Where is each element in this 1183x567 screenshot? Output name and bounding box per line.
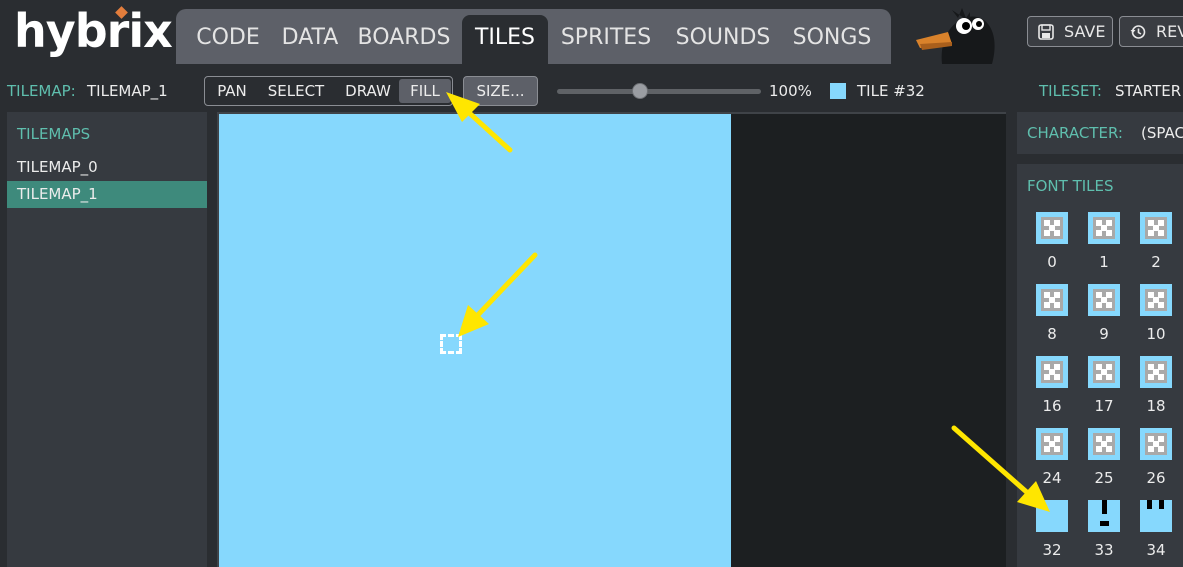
top-bar: hybrix CODE DATA BOARDS TILES SPRITES SO… xyxy=(0,0,1183,66)
revert-button[interactable]: REV xyxy=(1119,16,1183,47)
font-tile-9[interactable] xyxy=(1088,284,1120,316)
font-tiles-title: FONT TILES xyxy=(1027,177,1114,195)
font-tile-24-label: 24 xyxy=(1042,469,1062,487)
font-tile-1[interactable] xyxy=(1088,212,1120,244)
font-tile-32[interactable] xyxy=(1036,500,1068,532)
font-tile-25-label: 25 xyxy=(1094,469,1114,487)
font-tile-0-label: 0 xyxy=(1047,253,1057,271)
mode-draw-button[interactable]: DRAW xyxy=(339,79,397,103)
font-tile-18[interactable] xyxy=(1140,356,1172,388)
app-logo: hybrix xyxy=(14,4,173,58)
zoom-level: 100% xyxy=(769,82,812,100)
font-tile-0[interactable] xyxy=(1036,212,1068,244)
tilemap-filled-area[interactable] xyxy=(219,114,731,567)
mode-fill-button[interactable]: FILL xyxy=(399,79,451,103)
mode-pan-button[interactable]: PAN xyxy=(211,79,253,103)
current-tile-swatch xyxy=(830,83,846,99)
tab-code[interactable]: CODE xyxy=(188,15,268,64)
tab-tiles[interactable]: TILES xyxy=(462,15,548,64)
main-tabs: CODE DATA BOARDS TILES SPRITES SOUNDS SO… xyxy=(176,9,891,64)
save-button-label: SAVE xyxy=(1064,22,1106,41)
tileset-label: TILESET: xyxy=(1039,82,1102,100)
font-tile-8-label: 8 xyxy=(1047,325,1057,343)
font-tile-34[interactable] xyxy=(1140,500,1172,532)
floppy-disk-icon xyxy=(1038,24,1054,40)
size-button[interactable]: SIZE... xyxy=(463,76,538,106)
font-tile-10-label: 10 xyxy=(1146,325,1166,343)
tile-cursor xyxy=(440,334,462,354)
font-tile-17-label: 17 xyxy=(1094,397,1114,415)
font-tile-26[interactable] xyxy=(1140,428,1172,460)
font-tile-34-label: 34 xyxy=(1146,541,1166,559)
history-icon xyxy=(1130,25,1146,39)
tileset-name: STARTER xyxy=(1115,82,1182,100)
font-tile-17[interactable] xyxy=(1088,356,1120,388)
mode-select-button[interactable]: SELECT xyxy=(261,79,331,103)
tool-mode-group: PAN SELECT DRAW FILL xyxy=(204,76,453,106)
tilemaps-panel: TILEMAPS TILEMAP_0 TILEMAP_1 xyxy=(7,112,207,567)
character-value: (SPAC xyxy=(1141,124,1183,142)
tilemap-name: TILEMAP_1 xyxy=(87,82,168,100)
font-tile-16-label: 16 xyxy=(1042,397,1062,415)
tab-data[interactable]: DATA xyxy=(274,15,346,64)
font-tile-1-label: 1 xyxy=(1099,253,1109,271)
tilemap-item-1[interactable]: TILEMAP_1 xyxy=(7,181,207,208)
character-panel: CHARACTER: (SPAC xyxy=(1017,112,1183,154)
font-tile-2-label: 2 xyxy=(1151,253,1161,271)
font-tile-2[interactable] xyxy=(1140,212,1172,244)
font-tile-26-label: 26 xyxy=(1146,469,1166,487)
crow-mascot-icon xyxy=(916,8,995,64)
font-tile-9-label: 9 xyxy=(1099,325,1109,343)
save-button[interactable]: SAVE xyxy=(1027,16,1113,47)
zoom-slider-handle[interactable] xyxy=(632,83,648,99)
font-tile-33-label: 33 xyxy=(1094,541,1114,559)
font-tile-18-label: 18 xyxy=(1146,397,1166,415)
tilemap-item-0[interactable]: TILEMAP_0 xyxy=(7,154,207,181)
font-tile-16[interactable] xyxy=(1036,356,1068,388)
font-tile-25[interactable] xyxy=(1088,428,1120,460)
tab-boards[interactable]: BOARDS xyxy=(354,15,454,64)
tilemaps-title: TILEMAPS xyxy=(17,125,91,143)
tab-songs[interactable]: SONGS xyxy=(788,15,876,64)
tilemap-label: TILEMAP: xyxy=(7,82,76,100)
character-label: CHARACTER: xyxy=(1027,124,1123,142)
font-tile-10[interactable] xyxy=(1140,284,1172,316)
tab-sounds[interactable]: SOUNDS xyxy=(672,15,774,64)
font-tile-8[interactable] xyxy=(1036,284,1068,316)
font-tile-33[interactable] xyxy=(1088,500,1120,532)
font-tile-32-label: 32 xyxy=(1042,541,1062,559)
revert-button-label: REV xyxy=(1156,22,1183,41)
current-tile-label: TILE #32 xyxy=(857,82,925,100)
tab-sprites[interactable]: SPRITES xyxy=(556,15,656,64)
zoom-slider-track[interactable] xyxy=(557,89,761,94)
font-tile-24[interactable] xyxy=(1036,428,1068,460)
